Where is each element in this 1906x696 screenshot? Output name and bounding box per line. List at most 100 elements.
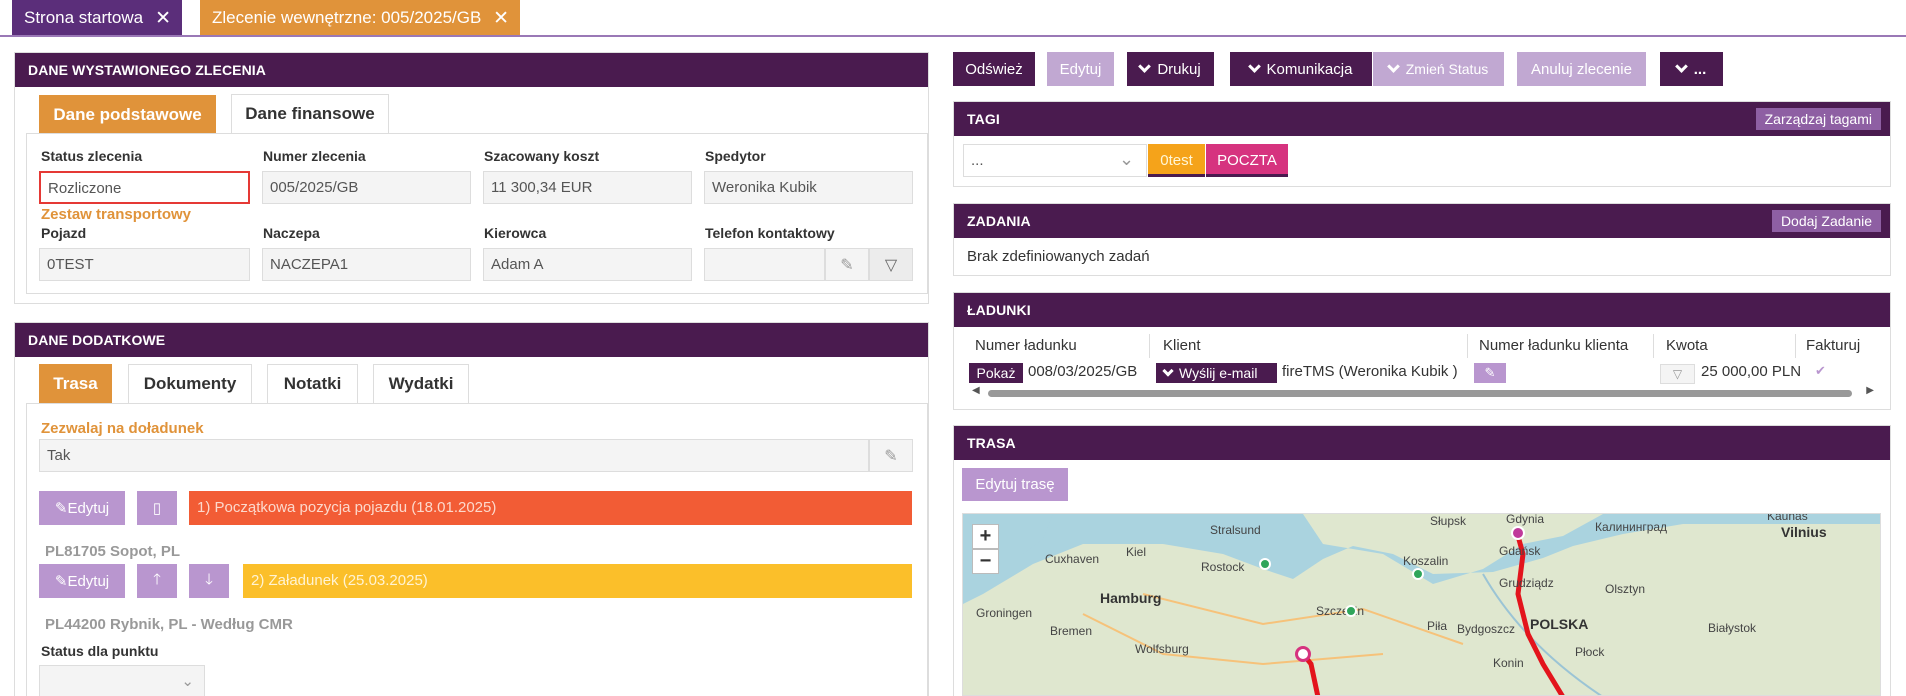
zoom-in-button[interactable]: + [972,524,999,549]
more-label: ... [1693,60,1707,78]
col-amount: Kwota [1666,337,1708,354]
show-button[interactable]: Pokaż [969,363,1023,383]
road-line [1082,613,1384,666]
tag-poczta[interactable]: POCZTA [1206,144,1288,177]
route-point-1-bar[interactable]: 1) Początkowa pozycja pojazdu (18.01.202… [189,491,912,525]
tab-financial-data[interactable]: Dane finansowe [231,94,389,133]
panel-title: DANE WYSTAWIONEGO ZLECENIA [15,53,928,87]
pencil-icon: ✎ [54,573,68,590]
map-label: Groningen [976,606,1033,620]
map-label: POLSKA [1530,616,1589,632]
edit-route-button[interactable]: Edytuj trasę [962,468,1068,501]
driver-label: Kierowca [484,225,547,241]
col-client-load-number: Numer ładunku klienta [1479,337,1629,354]
send-email-button[interactable]: Wyślij e-mail [1156,363,1277,383]
col-load-number: Numer ładunku [975,337,1077,354]
load-amount: 25 000,00 PLN [1701,363,1802,380]
forwarder-label: Spedytor [705,148,766,164]
edit-point1-button[interactable]: ✎ Edytuj [39,491,125,525]
tab-expenses[interactable]: Wydatki [373,364,469,403]
client-name: fireTMS (Weronika Kubik ) [1282,363,1458,380]
order-number-field[interactable]: 005/2025/GB [262,171,471,204]
arrow-down-icon[interactable]: 🡓 [189,564,229,598]
map-label: Vilnius [1781,524,1827,540]
map-label: Gdynia [1506,513,1545,526]
edit-label: Edytuj [67,572,110,590]
map-label: Słupsk [1430,514,1467,528]
point1-place: PL81705 Sopot, PL [45,543,181,560]
reload-field[interactable]: Tak [39,439,869,472]
tag-0test[interactable]: 0test [1148,144,1205,177]
col-divider [1149,334,1150,358]
scroll-left-icon[interactable]: ◀ [972,385,980,396]
communication-button[interactable]: Komunikacja [1230,52,1372,86]
point2-place: PL44200 Rybnik, PL - Według CMR [45,616,293,633]
check-icon[interactable]: ✔ [1815,363,1826,379]
map-label: Калининград [1595,520,1668,534]
point-status-label: Status dla punktu [41,643,159,659]
manage-tags-button[interactable]: Zarządzaj tagami [1755,108,1881,130]
horizontal-scrollbar[interactable]: ◀ ▶ [972,385,1874,398]
tab-order[interactable]: Zlecenie wewnętrzne: 005/2025/GB ✕ [200,0,520,35]
road-line [1142,593,1464,645]
transport-set-label: Zestaw transportowy [41,206,192,223]
chevron-down-icon [1162,364,1174,377]
document-icon[interactable]: ▯ [137,491,177,525]
tab-notes[interactable]: Notatki [267,364,358,403]
edit-icon[interactable]: ✎ [825,248,869,281]
tasks-empty-text: Brak zdefiniowanych zadań [967,248,1150,265]
map-label: Bydgoszcz [1457,622,1516,636]
scroll-right-icon[interactable]: ▶ [1866,385,1874,396]
tab-basic-data[interactable]: Dane podstawowe [39,95,216,133]
phone-field[interactable] [704,248,825,281]
edit-icon[interactable]: ✎ [1474,363,1506,383]
chevron-down-icon: ⌄ [1119,149,1135,169]
poi-icon [1412,568,1424,580]
cancel-order-button[interactable]: Anuluj zlecenie [1517,52,1646,86]
change-status-button[interactable]: Zmień Status [1373,52,1504,86]
tab-order-label: Zlecenie wewnętrzne: 005/2025/GB [212,7,482,27]
tab-home[interactable]: Strona startowa ✕ [12,0,182,35]
zoom-out-button[interactable]: − [972,549,999,574]
scrollbar-thumb[interactable] [988,390,1852,397]
edit-icon[interactable]: ✎ [869,439,913,472]
map-label: Hamburg [1100,590,1162,606]
col-invoice: Fakturuj [1806,337,1861,354]
forwarder-field[interactable]: Weronika Kubik [704,171,913,204]
panel-title: TAGI [954,102,1890,136]
arrow-up-icon[interactable]: 🡑 [137,564,177,598]
tab-home-label: Strona startowa [24,7,144,27]
print-button[interactable]: Drukuj [1127,52,1214,86]
estimated-cost-field[interactable]: 11 300,34 EUR [483,171,692,204]
map-label: Cuxhaven [1045,552,1100,566]
col-divider [1467,334,1468,358]
more-button[interactable]: ... [1660,52,1723,86]
phone-label: Telefon kontaktowy [705,225,835,241]
chevron-down-icon [1138,60,1152,73]
vehicle-field[interactable]: 0TEST [39,248,250,281]
driver-field[interactable]: Adam A [483,248,692,281]
poi-icon [1259,558,1271,570]
map-label: Piła [1427,619,1448,633]
edit-point2-button[interactable]: ✎ Edytuj [39,564,125,598]
map-label: Białystok [1708,621,1757,635]
panel-title: DANE DODATKOWE [15,323,928,357]
filter-icon[interactable]: ▽ [1660,364,1695,384]
send-email-label: Wyślij e-mail [1179,365,1258,381]
add-task-button[interactable]: Dodaj Zadanie [1771,210,1881,232]
trailer-field[interactable]: NACZEPA1 [262,248,471,281]
panel-title: ZADANIA [954,204,1890,238]
point-status-select[interactable]: ⌄ [39,665,205,696]
route-map[interactable]: + − Słupsk Gdynia Kaunas Vilnius Stralsu… [962,513,1881,696]
col-divider [1653,334,1654,358]
close-icon[interactable]: ✕ [155,7,171,30]
tab-documents[interactable]: Dokumenty [128,364,252,403]
edit-button[interactable]: Edytuj [1047,52,1114,86]
close-icon[interactable]: ✕ [493,7,509,30]
filter-icon[interactable]: ▽ [869,248,913,281]
status-field[interactable]: Rozliczone [39,171,250,204]
refresh-button[interactable]: Odśwież [953,52,1035,86]
tab-route[interactable]: Trasa [39,364,112,403]
route-point-2-bar[interactable]: 2) Załadunek (25.03.2025) [243,564,912,598]
map-label: Płock [1575,645,1605,659]
